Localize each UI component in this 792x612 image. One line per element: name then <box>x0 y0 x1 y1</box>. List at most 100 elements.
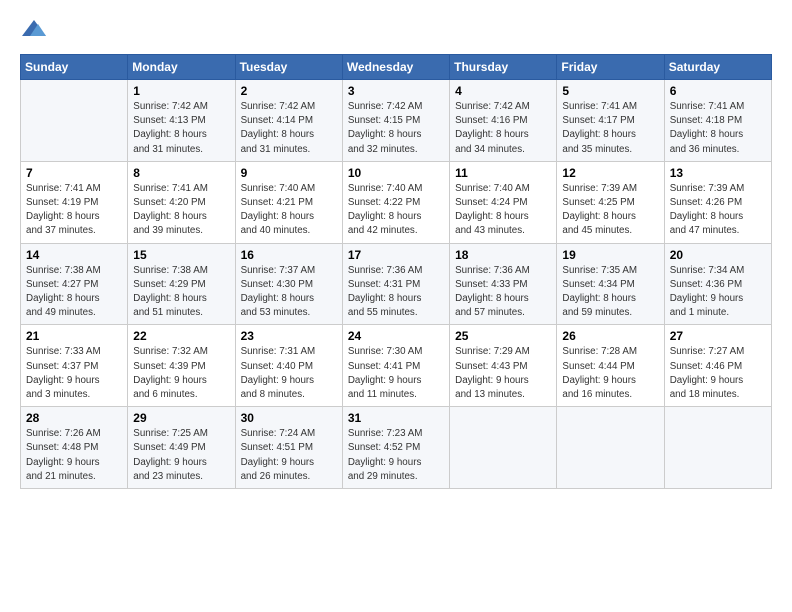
day-number: 19 <box>562 248 658 262</box>
header-cell-friday: Friday <box>557 55 664 80</box>
day-cell: 18 Sunrise: 7:36 AM Sunset: 4:33 PM Dayli… <box>450 243 557 325</box>
calendar-table: SundayMondayTuesdayWednesdayThursdayFrid… <box>20 54 772 489</box>
logo <box>20 16 52 44</box>
day-info: Sunrise: 7:39 AM Sunset: 4:26 PM Dayligh… <box>670 182 766 239</box>
day-number: 6 <box>670 84 766 98</box>
day-cell: 26 Sunrise: 7:28 AM Sunset: 4:44 PM Dayli… <box>557 325 664 407</box>
day-info: Sunrise: 7:29 AM Sunset: 4:43 PM Dayligh… <box>455 345 551 402</box>
day-cell: 31 Sunrise: 7:23 AM Sunset: 4:52 PM Dayli… <box>342 407 449 489</box>
day-info: Sunrise: 7:42 AM Sunset: 4:13 PM Dayligh… <box>133 100 229 157</box>
day-cell: 21 Sunrise: 7:33 AM Sunset: 4:37 PM Dayli… <box>21 325 128 407</box>
day-number: 7 <box>26 166 122 180</box>
day-info: Sunrise: 7:42 AM Sunset: 4:15 PM Dayligh… <box>348 100 444 157</box>
day-info: Sunrise: 7:36 AM Sunset: 4:31 PM Dayligh… <box>348 264 444 321</box>
day-info: Sunrise: 7:28 AM Sunset: 4:44 PM Dayligh… <box>562 345 658 402</box>
day-number: 28 <box>26 411 122 425</box>
day-number: 5 <box>562 84 658 98</box>
day-info: Sunrise: 7:41 AM Sunset: 4:19 PM Dayligh… <box>26 182 122 239</box>
day-cell: 30 Sunrise: 7:24 AM Sunset: 4:51 PM Dayli… <box>235 407 342 489</box>
day-number: 30 <box>241 411 337 425</box>
day-cell: 1Sunrise: 7:42 AM Sunset: 4:13 PM Daylig… <box>128 80 235 162</box>
day-number: 12 <box>562 166 658 180</box>
day-info: Sunrise: 7:27 AM Sunset: 4:46 PM Dayligh… <box>670 345 766 402</box>
day-info: Sunrise: 7:42 AM Sunset: 4:14 PM Dayligh… <box>241 100 337 157</box>
day-number: 20 <box>670 248 766 262</box>
day-cell <box>450 407 557 489</box>
day-info: Sunrise: 7:36 AM Sunset: 4:33 PM Dayligh… <box>455 264 551 321</box>
day-info: Sunrise: 7:41 AM Sunset: 4:17 PM Dayligh… <box>562 100 658 157</box>
day-cell: 11Sunrise: 7:40 AM Sunset: 4:24 PM Dayli… <box>450 161 557 243</box>
day-info: Sunrise: 7:40 AM Sunset: 4:22 PM Dayligh… <box>348 182 444 239</box>
day-cell <box>664 407 771 489</box>
day-cell <box>557 407 664 489</box>
day-info: Sunrise: 7:42 AM Sunset: 4:16 PM Dayligh… <box>455 100 551 157</box>
day-info: Sunrise: 7:41 AM Sunset: 4:20 PM Dayligh… <box>133 182 229 239</box>
day-info: Sunrise: 7:30 AM Sunset: 4:41 PM Dayligh… <box>348 345 444 402</box>
day-number: 22 <box>133 329 229 343</box>
day-number: 8 <box>133 166 229 180</box>
day-cell: 13 Sunrise: 7:39 AM Sunset: 4:26 PM Dayli… <box>664 161 771 243</box>
header-cell-monday: Monday <box>128 55 235 80</box>
day-cell: 23Sunrise: 7:31 AM Sunset: 4:40 PM Dayli… <box>235 325 342 407</box>
day-cell: 3 Sunrise: 7:42 AM Sunset: 4:15 PM Daylig… <box>342 80 449 162</box>
day-cell: 25Sunrise: 7:29 AM Sunset: 4:43 PM Dayli… <box>450 325 557 407</box>
day-cell: 14 Sunrise: 7:38 AM Sunset: 4:27 PM Dayli… <box>21 243 128 325</box>
day-info: Sunrise: 7:26 AM Sunset: 4:48 PM Dayligh… <box>26 427 122 484</box>
header-cell-thursday: Thursday <box>450 55 557 80</box>
day-cell: 16 Sunrise: 7:37 AM Sunset: 4:30 PM Dayli… <box>235 243 342 325</box>
day-cell: 4 Sunrise: 7:42 AM Sunset: 4:16 PM Daylig… <box>450 80 557 162</box>
day-number: 26 <box>562 329 658 343</box>
logo-icon <box>20 16 48 44</box>
header <box>20 16 772 44</box>
day-cell: 19 Sunrise: 7:35 AM Sunset: 4:34 PM Dayli… <box>557 243 664 325</box>
week-row-5: 28 Sunrise: 7:26 AM Sunset: 4:48 PM Dayli… <box>21 407 772 489</box>
week-row-3: 14 Sunrise: 7:38 AM Sunset: 4:27 PM Dayli… <box>21 243 772 325</box>
day-number: 2 <box>241 84 337 98</box>
day-cell: 29Sunrise: 7:25 AM Sunset: 4:49 PM Dayli… <box>128 407 235 489</box>
week-row-1: 1Sunrise: 7:42 AM Sunset: 4:13 PM Daylig… <box>21 80 772 162</box>
day-info: Sunrise: 7:34 AM Sunset: 4:36 PM Dayligh… <box>670 264 766 321</box>
calendar-header: SundayMondayTuesdayWednesdayThursdayFrid… <box>21 55 772 80</box>
day-info: Sunrise: 7:33 AM Sunset: 4:37 PM Dayligh… <box>26 345 122 402</box>
day-cell: 22 Sunrise: 7:32 AM Sunset: 4:39 PM Dayli… <box>128 325 235 407</box>
day-number: 11 <box>455 166 551 180</box>
day-number: 24 <box>348 329 444 343</box>
day-info: Sunrise: 7:32 AM Sunset: 4:39 PM Dayligh… <box>133 345 229 402</box>
day-info: Sunrise: 7:40 AM Sunset: 4:21 PM Dayligh… <box>241 182 337 239</box>
day-info: Sunrise: 7:25 AM Sunset: 4:49 PM Dayligh… <box>133 427 229 484</box>
day-number: 14 <box>26 248 122 262</box>
header-cell-tuesday: Tuesday <box>235 55 342 80</box>
day-cell: 7 Sunrise: 7:41 AM Sunset: 4:19 PM Daylig… <box>21 161 128 243</box>
day-number: 9 <box>241 166 337 180</box>
day-cell: 2 Sunrise: 7:42 AM Sunset: 4:14 PM Daylig… <box>235 80 342 162</box>
week-row-2: 7 Sunrise: 7:41 AM Sunset: 4:19 PM Daylig… <box>21 161 772 243</box>
day-cell: 15Sunrise: 7:38 AM Sunset: 4:29 PM Dayli… <box>128 243 235 325</box>
day-info: Sunrise: 7:39 AM Sunset: 4:25 PM Dayligh… <box>562 182 658 239</box>
day-number: 3 <box>348 84 444 98</box>
day-cell: 24 Sunrise: 7:30 AM Sunset: 4:41 PM Dayli… <box>342 325 449 407</box>
day-cell: 10Sunrise: 7:40 AM Sunset: 4:22 PM Dayli… <box>342 161 449 243</box>
header-cell-sunday: Sunday <box>21 55 128 80</box>
day-cell: 28 Sunrise: 7:26 AM Sunset: 4:48 PM Dayli… <box>21 407 128 489</box>
day-info: Sunrise: 7:24 AM Sunset: 4:51 PM Dayligh… <box>241 427 337 484</box>
day-cell: 6 Sunrise: 7:41 AM Sunset: 4:18 PM Daylig… <box>664 80 771 162</box>
day-info: Sunrise: 7:23 AM Sunset: 4:52 PM Dayligh… <box>348 427 444 484</box>
day-number: 13 <box>670 166 766 180</box>
header-cell-saturday: Saturday <box>664 55 771 80</box>
day-info: Sunrise: 7:31 AM Sunset: 4:40 PM Dayligh… <box>241 345 337 402</box>
day-info: Sunrise: 7:38 AM Sunset: 4:29 PM Dayligh… <box>133 264 229 321</box>
header-cell-wednesday: Wednesday <box>342 55 449 80</box>
day-info: Sunrise: 7:35 AM Sunset: 4:34 PM Dayligh… <box>562 264 658 321</box>
day-number: 16 <box>241 248 337 262</box>
week-row-4: 21 Sunrise: 7:33 AM Sunset: 4:37 PM Dayli… <box>21 325 772 407</box>
day-info: Sunrise: 7:37 AM Sunset: 4:30 PM Dayligh… <box>241 264 337 321</box>
day-number: 21 <box>26 329 122 343</box>
day-number: 17 <box>348 248 444 262</box>
day-number: 31 <box>348 411 444 425</box>
day-cell: 12 Sunrise: 7:39 AM Sunset: 4:25 PM Dayli… <box>557 161 664 243</box>
day-info: Sunrise: 7:41 AM Sunset: 4:18 PM Dayligh… <box>670 100 766 157</box>
day-number: 4 <box>455 84 551 98</box>
day-info: Sunrise: 7:38 AM Sunset: 4:27 PM Dayligh… <box>26 264 122 321</box>
day-cell: 17 Sunrise: 7:36 AM Sunset: 4:31 PM Dayli… <box>342 243 449 325</box>
day-number: 18 <box>455 248 551 262</box>
